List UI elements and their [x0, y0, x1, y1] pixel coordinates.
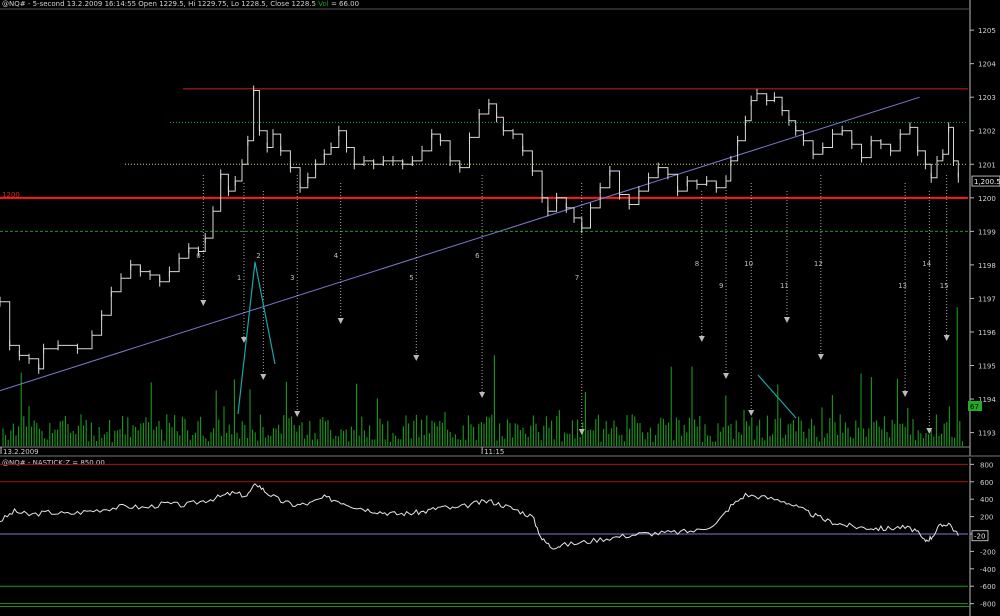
- down-arrow-icon: [479, 392, 486, 398]
- down-arrow-icon: [698, 336, 705, 342]
- oscillator-line: [0, 483, 959, 550]
- y-tick-label: 1195: [978, 363, 996, 371]
- indicator-y-tick-label: -200: [980, 548, 996, 556]
- y-tick-label: 1193: [978, 430, 996, 438]
- marker-label: 5: [409, 274, 413, 282]
- indicator-y-tick-label: 400: [980, 496, 993, 504]
- marker-label: 7: [575, 274, 579, 282]
- down-arrow-icon: [260, 374, 267, 380]
- down-arrow-icon: [943, 335, 950, 341]
- price-chart[interactable]: 0123456789101112131415119311941195119611…: [0, 0, 1000, 458]
- y-tick-label: 1202: [978, 128, 996, 136]
- marker-label: 2: [256, 252, 260, 260]
- indicator-y-tick-label: -400: [980, 566, 996, 574]
- marker-label: 15: [940, 282, 949, 290]
- marker-label: 12: [814, 260, 823, 268]
- last-price-label: 1,200.5: [974, 178, 1000, 186]
- down-arrow-icon: [783, 317, 790, 323]
- marker-label: 8: [695, 260, 699, 268]
- y-tick-label: 1205: [978, 27, 996, 35]
- y-tick-label: 1204: [978, 61, 996, 69]
- marker-label: 4: [334, 252, 339, 260]
- y-tick-label: 1203: [978, 94, 996, 102]
- marker-label: 3: [290, 274, 294, 282]
- trendline: [0, 96, 920, 392]
- indicator-chart[interactable]: 8006004002000-200-400-600-800-20: [0, 458, 1000, 616]
- marker-label: 1: [237, 274, 241, 282]
- down-arrow-icon: [578, 429, 585, 435]
- marker-label: 9: [719, 282, 723, 290]
- y-tick-label: 1196: [978, 329, 996, 337]
- down-arrow-icon: [200, 300, 207, 306]
- down-arrow-icon: [748, 410, 755, 416]
- bottom-divider: [0, 606, 970, 607]
- y-tick-label: 1197: [978, 295, 996, 303]
- marker-label: 11: [780, 282, 789, 290]
- marker-label: 6: [475, 252, 480, 260]
- annotation-line: [757, 374, 797, 419]
- down-arrow-icon: [902, 391, 909, 397]
- price-series: [0, 90, 959, 370]
- marker-label: 13: [898, 282, 907, 290]
- y-tick-label: 1201: [978, 161, 996, 169]
- y-tick-label: 1198: [978, 262, 996, 270]
- marker-label: 14: [922, 260, 931, 268]
- indicator-y-tick-label: 200: [980, 514, 993, 522]
- down-arrow-icon: [817, 354, 824, 360]
- down-arrow-icon: [723, 373, 729, 379]
- left-level-label: 1200: [2, 191, 20, 199]
- x-tick-label: 11:15: [484, 448, 504, 456]
- indicator-y-tick-label: -600: [980, 583, 996, 591]
- volume-value-label: 67: [970, 403, 979, 411]
- indicator-y-tick-label: 600: [980, 479, 993, 487]
- indicator-y-tick-label: 800: [980, 461, 993, 469]
- marker-label: 10: [744, 260, 753, 268]
- x-tick-label: 13.2.2009: [3, 448, 39, 456]
- down-arrow-icon: [337, 318, 344, 324]
- indicator-y-tick-label: -800: [980, 601, 996, 609]
- down-arrow-icon: [294, 411, 301, 417]
- y-tick-label: 1199: [978, 228, 996, 236]
- y-tick-label: 1200: [978, 195, 996, 203]
- down-arrow-icon: [413, 355, 420, 361]
- indicator-last-label: -20: [974, 533, 985, 541]
